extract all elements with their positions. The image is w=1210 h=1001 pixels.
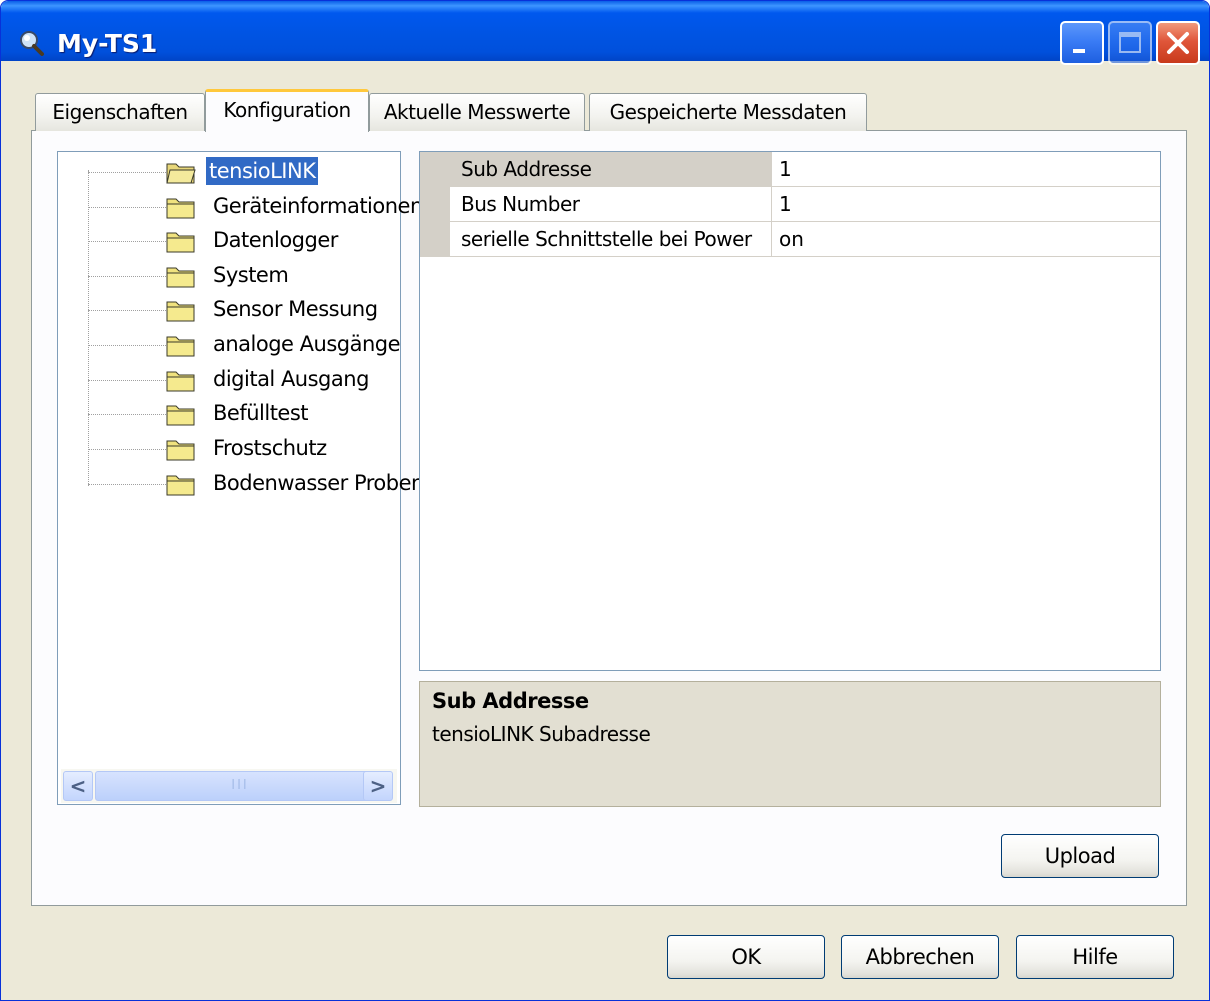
close-icon <box>1167 32 1189 54</box>
cancel-button[interactable]: Abbrechen <box>841 935 999 979</box>
tree-label: digital Ausgang <box>213 367 369 391</box>
tree-label: Geräteinformationen <box>213 194 423 218</box>
maximize-button[interactable] <box>1108 21 1152 65</box>
description-title: Sub Addresse <box>432 689 589 713</box>
tree-label: Datenlogger <box>213 228 338 252</box>
chevron-right-icon: > <box>369 774 387 798</box>
tree-item-datenlogger[interactable]: Datenlogger <box>58 225 398 255</box>
tab-eigenschaften[interactable]: Eigenschaften <box>35 93 205 131</box>
tree-label: System <box>213 263 289 287</box>
folder-icon <box>166 405 195 426</box>
property-value[interactable]: 1 <box>773 187 1159 222</box>
folder-icon <box>166 232 195 253</box>
title-bar[interactable]: My-TS1 <box>1 1 1209 65</box>
tab-konfiguration[interactable]: Konfiguration <box>205 89 369 132</box>
tree-item-befuelltest[interactable]: Befülltest <box>58 398 398 428</box>
upload-button[interactable]: Upload <box>1001 834 1159 878</box>
ok-button[interactable]: OK <box>667 935 825 979</box>
tree-item-digital-ausgang[interactable]: digital Ausgang <box>58 364 398 394</box>
tree-label: Befülltest <box>213 401 309 425</box>
folder-open-icon <box>166 163 196 184</box>
folder-icon <box>166 301 195 322</box>
property-value[interactable]: on <box>773 222 1159 257</box>
property-row-bus-number[interactable]: Bus Number 1 <box>420 187 1160 222</box>
property-row-serielle-schnittstelle[interactable]: serielle Schnittstelle bei Power on <box>420 222 1160 257</box>
tree-item-frostschutz[interactable]: Frostschutz <box>58 433 398 463</box>
grip-icon: III <box>231 778 249 793</box>
help-button[interactable]: Hilfe <box>1016 935 1174 979</box>
tree-item-sensor-messung[interactable]: Sensor Messung <box>58 294 398 324</box>
tree-item-geraeteinformationen[interactable]: Geräteinformationen <box>58 191 423 221</box>
close-button[interactable] <box>1156 21 1200 65</box>
property-description-panel: Sub Addresse tensioLINK Subadresse <box>419 681 1161 807</box>
chevron-left-icon: < <box>69 774 87 798</box>
description-text: tensioLINK Subadresse <box>432 722 651 746</box>
tree-horizontal-scrollbar[interactable]: < III > <box>61 769 397 803</box>
tree-label: Bodenwasser Probenah <box>213 471 450 495</box>
window-title: My-TS1 <box>57 29 158 58</box>
property-name[interactable]: serielle Schnittstelle bei Power <box>450 222 772 257</box>
tree-label: analoge Ausgänge <box>213 332 401 356</box>
tree-item-system[interactable]: System <box>58 260 398 290</box>
property-value[interactable]: 1 <box>773 152 1159 187</box>
tree-item-bodenwasser-probenahme[interactable]: Bodenwasser Probenah <box>58 468 450 498</box>
scrollbar-thumb[interactable]: III <box>95 771 385 801</box>
folder-icon <box>166 267 195 288</box>
property-name[interactable]: Bus Number <box>450 187 772 222</box>
folder-icon <box>166 198 195 219</box>
folder-icon <box>166 475 195 496</box>
dialog-window: My-TS1 Eigenschaften Konfiguration Aktue… <box>0 0 1210 1001</box>
tab-aktuelle-messwerte[interactable]: Aktuelle Messwerte <box>369 93 585 131</box>
minimize-button[interactable] <box>1060 21 1104 65</box>
tree-label: Frostschutz <box>213 436 327 460</box>
config-tree[interactable]: tensioLINK Geräteinformationen Datenlogg… <box>57 151 450 805</box>
property-grid: Sub Addresse 1 Bus Number 1 serielle Sch… <box>419 151 1161 671</box>
magnifier-icon <box>20 31 44 56</box>
scroll-right-button[interactable]: > <box>363 771 393 801</box>
folder-icon <box>166 440 195 461</box>
maximize-icon <box>1119 32 1141 53</box>
tree-item-tensiolink[interactable]: tensioLINK <box>58 156 398 186</box>
tab-gespeicherte-messdaten[interactable]: Gespeicherte Messdaten <box>589 93 867 131</box>
folder-icon <box>166 336 195 357</box>
property-name[interactable]: Sub Addresse <box>450 152 772 187</box>
folder-icon <box>166 371 195 392</box>
tree-label: tensioLINK <box>206 157 319 185</box>
property-row-sub-addresse[interactable]: Sub Addresse 1 <box>420 152 1160 187</box>
minimize-icon <box>1073 49 1085 53</box>
tree-label: Sensor Messung <box>213 297 378 321</box>
scroll-left-button[interactable]: < <box>63 771 93 801</box>
tree-item-analoge-ausgaenge[interactable]: analoge Ausgänge <box>58 329 401 359</box>
